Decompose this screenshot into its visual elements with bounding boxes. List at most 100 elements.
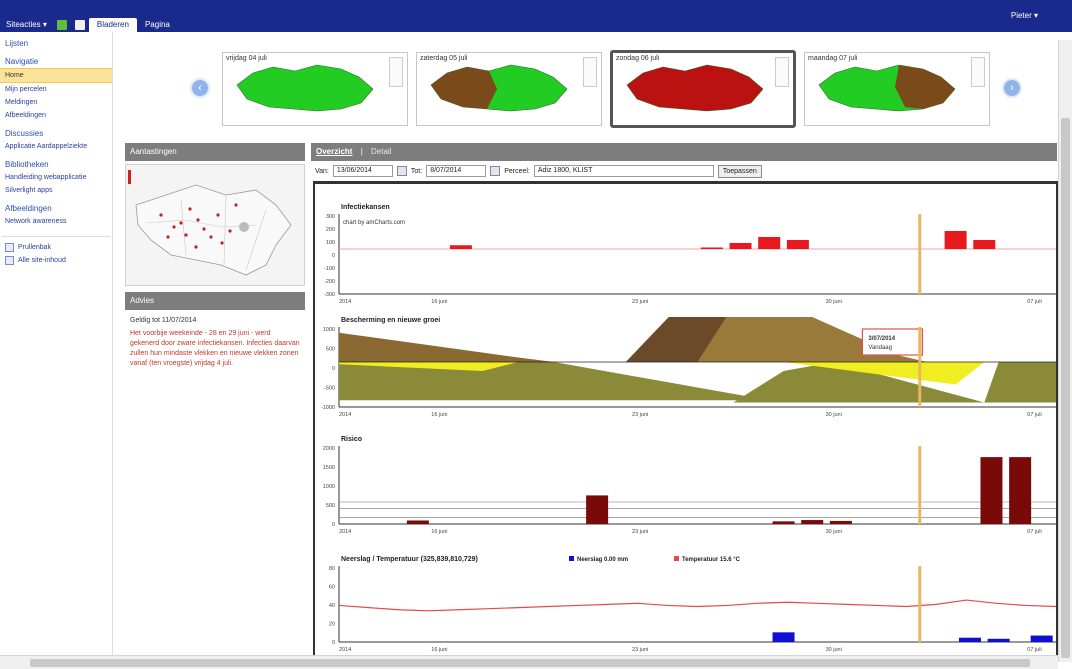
tab-detail[interactable]: Detail <box>371 147 391 156</box>
risk-bar[interactable] <box>980 457 1003 524</box>
map-highlight-area <box>239 222 249 232</box>
previous-arrow-icon[interactable]: ‹ <box>190 78 210 98</box>
sidebar-item-3[interactable]: Mijn percelen <box>0 83 112 96</box>
risk-bar[interactable] <box>586 495 609 524</box>
risk-bar[interactable] <box>801 520 824 524</box>
warning-dot <box>166 235 170 239</box>
infection-bar[interactable] <box>973 240 996 249</box>
apply-button[interactable]: Toepassen <box>717 164 762 178</box>
risk-bar[interactable] <box>829 520 852 524</box>
risk-bar[interactable] <box>772 521 795 524</box>
risk-bar[interactable] <box>1009 457 1032 524</box>
y-tick-label: 2000 <box>323 446 335 452</box>
infection-bar[interactable] <box>729 243 752 249</box>
warning-dot <box>184 233 188 237</box>
x-tick-label: 23 juni <box>632 412 648 418</box>
x-tick-label: 07 juli <box>1027 529 1041 535</box>
thumbnail-legend <box>775 57 789 87</box>
precipitation-bar[interactable] <box>987 638 1010 642</box>
precipitation-bar[interactable] <box>1030 635 1053 642</box>
legend-label: Temperatuur 15.6 °C <box>682 557 741 563</box>
infection-bar[interactable] <box>758 237 781 249</box>
precipitation-bar[interactable] <box>772 632 795 642</box>
chart-panel-0: Infectiekansen chart by amCharts.com 300 20… <box>324 204 1056 305</box>
region-map <box>818 64 956 112</box>
sidebar-item-11[interactable]: Afbeeldingen <box>0 202 112 215</box>
day-map-thumbnail[interactable]: maandag 07 juli <box>804 52 990 126</box>
chart-title: Risico <box>341 436 362 443</box>
tab-overzicht[interactable]: Overzicht <box>316 147 352 156</box>
x-tick-label: 2014 <box>339 412 351 418</box>
tooltip-date: 3/07/2014 <box>868 336 895 342</box>
user-menu[interactable]: Pieter ▾ <box>1011 11 1038 20</box>
sidebar-item-1[interactable]: Navigatie <box>0 55 112 68</box>
sidebar-item-8[interactable]: Bibliotheken <box>0 158 112 171</box>
temperature-line <box>338 599 1056 612</box>
sidebar-item-5[interactable]: Afbeeldingen <box>0 109 112 122</box>
region-map <box>430 64 568 112</box>
sidebar-item-4[interactable]: Meldingen <box>0 96 112 109</box>
advice-panel: Geldig tot 11/07/2014 Het voorbije weeke… <box>130 316 300 369</box>
warning-dot <box>234 203 238 207</box>
sidebar-item-9[interactable]: Handleiding webapplicatie <box>0 171 112 184</box>
sidebar-item-7[interactable]: Applicatie Aardappelziekte <box>0 140 112 153</box>
map-thumbnail-strip: ‹ › vrijdag 04 juli zaterdag 05 juli zonda… <box>190 50 1030 128</box>
chart-panel-2: Risico 2000 1500 1000 500 0 2014 16 juni 23 juni… <box>323 436 1056 535</box>
to-label: Tot: <box>410 167 423 175</box>
sidebar-item-12[interactable]: Network awareness <box>0 215 112 228</box>
sidebar-item-6[interactable]: Discussies <box>0 127 112 140</box>
sidebar-item-2[interactable]: Home <box>0 68 112 83</box>
region-map-shape <box>236 64 374 112</box>
day-map-thumbnail[interactable]: vrijdag 04 juli <box>222 52 408 126</box>
sidebar-item-0[interactable]: Lijsten <box>0 37 112 50</box>
page-icon[interactable] <box>74 20 85 30</box>
chart-title: Neerslag / Temperatuur (325,839,810,729) <box>341 556 478 563</box>
x-tick-label: 07 juli <box>1027 647 1041 653</box>
warning-dot <box>209 235 213 239</box>
vertical-scroll-thumb[interactable] <box>1061 118 1070 658</box>
x-tick-label: 30 juni <box>826 299 842 305</box>
filter-bar: Van: 13/06/2014 Tot: 8/07/2014 Perceel: … <box>311 163 1057 179</box>
infection-bar[interactable] <box>449 245 472 249</box>
thumbnail-legend <box>389 57 403 87</box>
x-tick-label: 16 juni <box>431 299 447 305</box>
belgium-minimap <box>128 170 292 276</box>
tab-pagina[interactable]: Pagina <box>137 18 178 32</box>
sidebar-item-10[interactable]: Silverlight apps <box>0 184 112 197</box>
next-arrow-icon[interactable]: › <box>1002 78 1022 98</box>
day-map-thumbnail[interactable]: zaterdag 05 juli <box>416 52 602 126</box>
calendar-icon[interactable] <box>490 166 501 176</box>
y-tick-label: 40 <box>329 603 335 609</box>
parcel-select[interactable]: Adiz 1800, KLIST <box>533 165 714 177</box>
risk-bar[interactable] <box>406 520 429 524</box>
infection-bar[interactable] <box>700 247 723 250</box>
y-tick-label: 80 <box>329 566 335 572</box>
region-map-shape <box>626 64 764 112</box>
y-tick-label: -100 <box>324 266 335 272</box>
x-tick-label: 30 juni <box>826 529 842 535</box>
y-tick-label: -500 <box>324 386 335 392</box>
edit-page-icon[interactable] <box>56 20 67 30</box>
thumbnail-legend <box>971 57 985 87</box>
day-map-thumbnail[interactable]: zondag 06 juli <box>610 50 796 128</box>
tab-bladeren[interactable]: Bladeren <box>88 18 137 32</box>
parcel-label: Perceel: <box>504 167 530 175</box>
site-actions-menu[interactable]: Siteacties ▾ <box>0 18 53 32</box>
infection-bar[interactable] <box>944 231 967 249</box>
infection-bar[interactable] <box>786 240 809 249</box>
chart-title: Infectiekansen <box>341 204 390 211</box>
vertical-scrollbar[interactable] <box>1058 40 1072 662</box>
to-date-input[interactable]: 8/07/2014 <box>426 165 487 177</box>
calendar-icon[interactable] <box>396 166 407 176</box>
warnings-map[interactable] <box>125 164 305 286</box>
all-site-content-link[interactable]: Alle site-inhoud <box>0 254 112 267</box>
map-outline <box>135 184 292 276</box>
horizontal-scrollbar[interactable] <box>0 655 1058 669</box>
precipitation-bar[interactable] <box>958 637 981 642</box>
from-date-input[interactable]: 13/06/2014 <box>332 165 393 177</box>
horizontal-scroll-thumb[interactable] <box>30 659 1030 667</box>
y-tick-label: 300 <box>326 214 335 220</box>
recycle-bin-link[interactable]: Prullenbak <box>0 241 112 254</box>
region-map-overlay <box>431 67 497 109</box>
today-marker <box>918 214 922 294</box>
